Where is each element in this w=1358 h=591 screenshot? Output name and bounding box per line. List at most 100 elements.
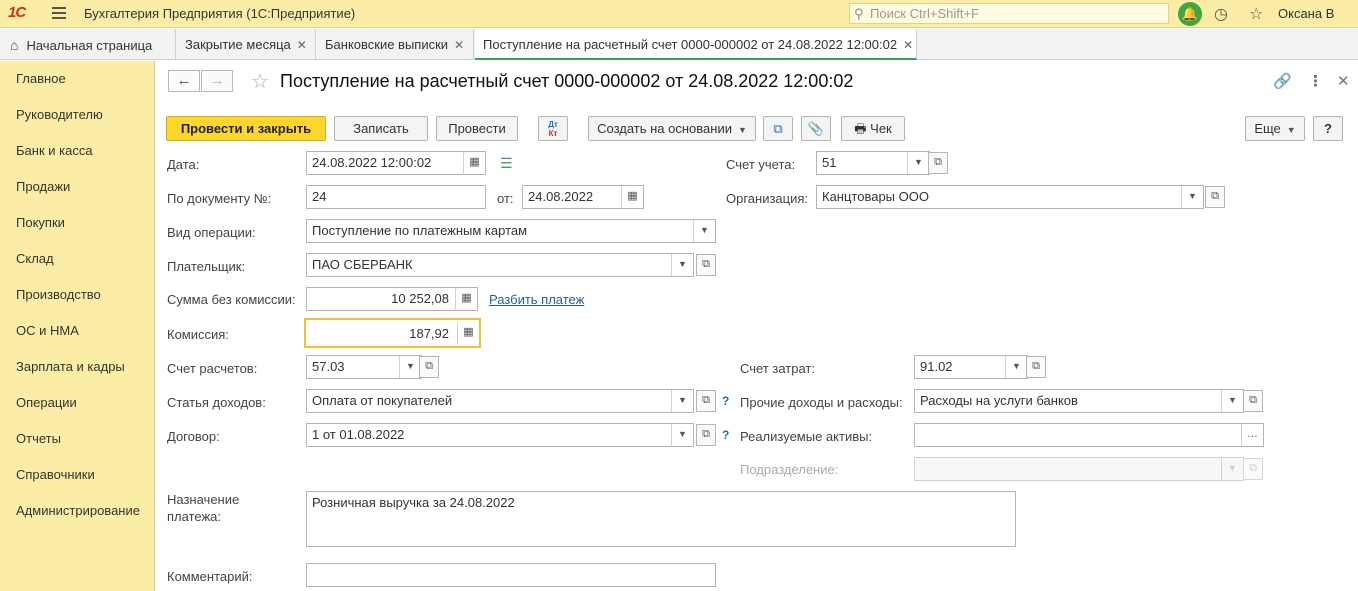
close-icon[interactable]: ✕: [454, 38, 464, 52]
comment-field[interactable]: [306, 563, 716, 587]
sidebar-item-production[interactable]: Производство: [16, 287, 101, 302]
menu-icon[interactable]: [52, 7, 66, 19]
sidebar-item-reports[interactable]: Отчеты: [16, 431, 61, 446]
calendar-icon[interactable]: ▦: [463, 152, 485, 174]
favorite-star-icon[interactable]: ☆: [251, 69, 269, 94]
receipt-button[interactable]: 🖶 Чек: [841, 116, 905, 141]
income-item-help-icon[interactable]: ?: [722, 394, 729, 408]
sidebar-item-warehouse[interactable]: Склад: [16, 251, 54, 266]
settlement-account-select[interactable]: 57.03 ▼: [306, 355, 422, 379]
more-label: Еще: [1254, 121, 1281, 136]
commission-value: 187,92: [409, 326, 449, 341]
tab-bank-statements[interactable]: Банковские выписки ✕: [317, 29, 474, 59]
sidebar-item-manager[interactable]: Руководителю: [16, 107, 103, 122]
chevron-down-icon[interactable]: ▼: [907, 152, 929, 174]
notifications-bell-icon[interactable]: 🔔: [1178, 2, 1202, 26]
chevron-down-icon: ▼: [1221, 458, 1243, 480]
open-other-income-expense-icon[interactable]: ⧉: [1243, 390, 1263, 412]
chevron-down-icon[interactable]: ▼: [399, 356, 421, 378]
search-placeholder: Поиск Ctrl+Shift+F: [870, 6, 979, 21]
dt-kt-button[interactable]: Дт Кт: [538, 116, 568, 141]
tab-label: Закрытие месяца: [185, 37, 291, 52]
document-form: ← → ☆ Поступление на расчетный счет 0000…: [156, 61, 1358, 591]
open-income-item-icon[interactable]: ⧉: [696, 390, 716, 412]
tab-receipt-document[interactable]: Поступление на расчетный счет 0000-00000…: [475, 29, 917, 60]
commission-label: Комиссия:: [167, 327, 229, 342]
sidebar-item-administration[interactable]: Администрирование: [16, 503, 140, 518]
close-icon[interactable]: ✕: [903, 38, 913, 52]
chevron-down-icon: ▼: [737, 125, 747, 135]
tab-label: Банковские выписки: [325, 37, 449, 52]
attachment-icon[interactable]: 📎: [801, 116, 831, 141]
split-payment-link[interactable]: Разбить платеж: [489, 292, 584, 307]
other-income-expense-select[interactable]: Расходы на услуги банков ▼: [914, 389, 1244, 413]
tab-month-close[interactable]: Закрытие месяца ✕: [177, 29, 316, 59]
sidebar-item-main[interactable]: Главное: [16, 71, 66, 86]
chevron-down-icon[interactable]: ▼: [671, 424, 693, 446]
sidebar-item-operations[interactable]: Операции: [16, 395, 77, 410]
create-based-on-button[interactable]: Создать на основании ▼: [588, 116, 756, 141]
calendar-icon[interactable]: ▦: [621, 186, 643, 208]
doc-date-field[interactable]: 24.08.2022 ▦: [522, 185, 644, 209]
user-name[interactable]: Оксана В: [1278, 6, 1334, 21]
purpose-textarea[interactable]: Розничная выручка за 24.08.2022: [306, 491, 1016, 547]
sidebar-item-fixed-assets[interactable]: ОС и НМА: [16, 323, 79, 338]
close-icon[interactable]: ✕: [1337, 72, 1350, 90]
favorites-star-icon[interactable]: ☆: [1249, 4, 1263, 24]
contract-select[interactable]: 1 от 01.08.2022 ▼: [306, 423, 694, 447]
close-icon[interactable]: ✕: [297, 38, 307, 52]
chevron-down-icon[interactable]: ▼: [1221, 390, 1243, 412]
select-ellipsis-icon[interactable]: …: [1241, 424, 1263, 446]
doc-number-field[interactable]: 24: [306, 185, 486, 209]
account-select[interactable]: 51 ▼: [816, 151, 930, 175]
tab-label: Поступление на расчетный счет 0000-00000…: [483, 37, 898, 52]
date-field[interactable]: 24.08.2022 12:00:02 ▦: [306, 151, 486, 175]
tab-home[interactable]: ⌂ Начальная страница: [0, 29, 176, 59]
open-payer-icon[interactable]: ⧉: [696, 254, 716, 276]
sold-assets-field[interactable]: …: [914, 423, 1264, 447]
calculator-icon[interactable]: ▦: [455, 288, 477, 310]
status-list-icon[interactable]: ☰: [500, 155, 513, 172]
chevron-down-icon[interactable]: ▼: [1005, 356, 1027, 378]
post-and-close-button[interactable]: Провести и закрыть: [166, 116, 326, 141]
open-organization-icon[interactable]: ⧉: [1205, 186, 1225, 208]
search-input[interactable]: ⚲ Поиск Ctrl+Shift+F: [849, 3, 1169, 24]
cost-account-select[interactable]: 91.02 ▼: [914, 355, 1028, 379]
chevron-down-icon[interactable]: ▼: [1181, 186, 1203, 208]
link-icon[interactable]: 🔗: [1273, 72, 1292, 90]
save-button[interactable]: Записать: [334, 116, 428, 141]
chevron-down-icon[interactable]: ▼: [671, 254, 693, 276]
chevron-down-icon[interactable]: ▼: [671, 390, 693, 412]
sidebar-item-payroll[interactable]: Зарплата и кадры: [16, 359, 125, 374]
sidebar-item-catalogs[interactable]: Справочники: [16, 467, 95, 482]
history-icon[interactable]: ◷: [1214, 4, 1228, 24]
search-icon: ⚲: [854, 6, 864, 21]
operation-type-select[interactable]: Поступление по платежным картам ▼: [306, 219, 716, 243]
open-account-icon[interactable]: ⧉: [928, 152, 948, 174]
structure-icon[interactable]: ⧉: [763, 116, 793, 141]
from-label: от:: [497, 191, 514, 206]
open-settlement-account-icon[interactable]: ⧉: [419, 356, 439, 378]
sum-field[interactable]: 10 252,08 ▦: [306, 287, 478, 311]
chevron-down-icon[interactable]: ▼: [693, 220, 715, 242]
sidebar-item-sales[interactable]: Продажи: [16, 179, 70, 194]
chevron-down-icon: ▼: [1286, 125, 1296, 135]
contract-help-icon[interactable]: ?: [722, 428, 729, 442]
title-bar: 1С Бухгалтерия Предприятия (1С:Предприят…: [0, 0, 1358, 28]
calculator-icon[interactable]: ▦: [457, 322, 479, 344]
open-cost-account-icon[interactable]: ⧉: [1026, 356, 1046, 378]
create-based-on-label: Создать на основании: [597, 121, 732, 136]
post-button[interactable]: Провести: [436, 116, 518, 141]
commission-field[interactable]: 187,92 ▦: [304, 318, 481, 348]
payer-select[interactable]: ПАО СБЕРБАНК ▼: [306, 253, 694, 277]
more-vertical-icon[interactable]: ⋮: [1308, 72, 1323, 90]
sidebar-item-bank-cash[interactable]: Банк и касса: [16, 143, 93, 158]
back-button[interactable]: ←: [168, 70, 200, 92]
open-contract-icon[interactable]: ⧉: [696, 424, 716, 446]
sidebar-item-purchases[interactable]: Покупки: [16, 215, 65, 230]
more-button[interactable]: Еще ▼: [1245, 116, 1305, 141]
income-item-select[interactable]: Оплата от покупателей ▼: [306, 389, 694, 413]
organization-select[interactable]: Канцтовары ООО ▼: [816, 185, 1204, 209]
forward-button[interactable]: →: [201, 70, 233, 92]
help-button[interactable]: ?: [1313, 116, 1343, 141]
